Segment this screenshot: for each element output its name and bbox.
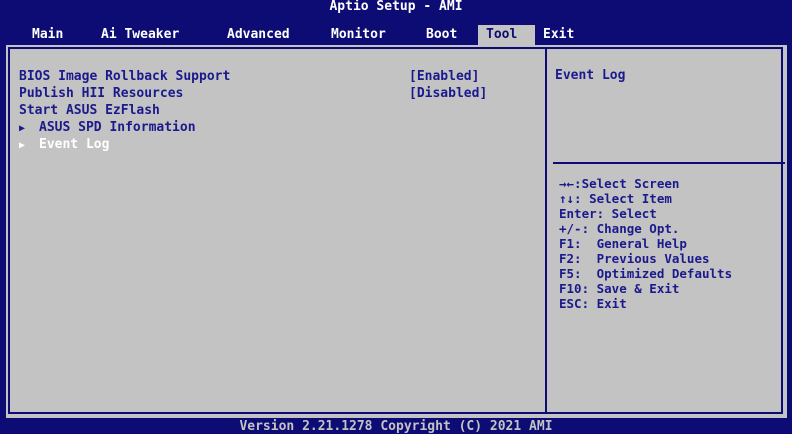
key-legend: →←:Select Screen ↑↓: Select Item Enter: … <box>559 176 732 311</box>
panel-divider <box>545 47 547 414</box>
key-f1: F1: General Help <box>559 236 687 251</box>
tab-advanced[interactable]: Advanced <box>222 25 295 45</box>
tab-tool[interactable]: Tool <box>478 25 535 45</box>
tab-monitor[interactable]: Monitor <box>326 25 391 45</box>
tab-main[interactable]: Main <box>27 25 68 45</box>
setting-label: Publish HII Resources <box>19 86 184 101</box>
settings-list: BIOS Image Rollback Support [Enabled] Pu… <box>19 68 534 153</box>
setting-value[interactable]: [Enabled] <box>409 68 479 85</box>
setting-value[interactable]: [Disabled] <box>409 85 487 102</box>
window-title: Aptio Setup - AMI <box>329 0 463 14</box>
tab-ai-tweaker[interactable]: Ai Tweaker <box>96 25 184 45</box>
tab-boot[interactable]: Boot <box>421 25 462 45</box>
submenu-label: ASUS SPD Information <box>39 120 196 135</box>
key-f2: F2: Previous Values <box>559 251 710 266</box>
start-ezflash-item[interactable]: Start ASUS EzFlash <box>19 102 534 119</box>
help-title: Event Log <box>555 68 626 83</box>
key-select-screen: →←:Select Screen <box>559 176 680 191</box>
key-esc: ESC: Exit <box>559 296 627 311</box>
submenu-asus-spd-information[interactable]: ▶ ASUS SPD Information <box>19 119 534 136</box>
setting-label: Start ASUS EzFlash <box>19 103 160 118</box>
key-change-opt: +/-: Change Opt. <box>559 221 680 236</box>
key-enter: Enter: Select <box>559 206 657 221</box>
tab-exit[interactable]: Exit <box>538 25 579 45</box>
footer-version: Version 2.21.1278 Copyright (C) 2021 AMI <box>239 419 553 434</box>
setting-publish-hii-resources[interactable]: Publish HII Resources [Disabled] <box>19 85 534 102</box>
menu-bar: Main Ai Tweaker Advanced Monitor Boot To… <box>0 25 792 45</box>
submenu-event-log[interactable]: ▶ Event Log <box>19 136 534 153</box>
submenu-arrow-icon: ▶ <box>19 123 26 134</box>
setting-label: BIOS Image Rollback Support <box>19 69 231 84</box>
key-select-item: ↑↓: Select Item <box>559 191 672 206</box>
key-f5: F5: Optimized Defaults <box>559 266 733 281</box>
help-divider <box>553 162 785 164</box>
submenu-arrow-icon: ▶ <box>19 140 26 151</box>
setting-bios-image-rollback[interactable]: BIOS Image Rollback Support [Enabled] <box>19 68 534 85</box>
key-f10: F10: Save & Exit <box>559 281 680 296</box>
submenu-label: Event Log <box>39 137 110 152</box>
